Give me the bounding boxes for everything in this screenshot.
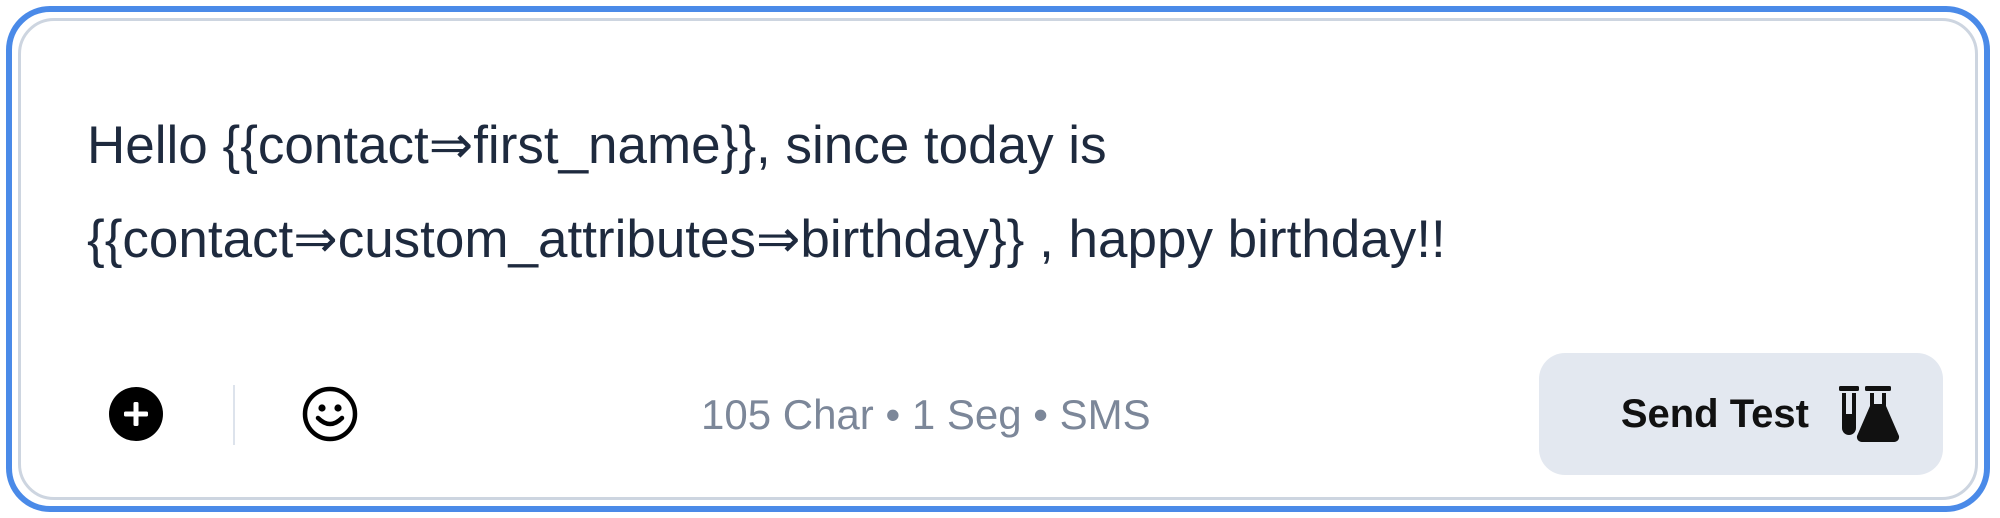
flask-icon <box>1839 386 1900 443</box>
smiley-icon <box>302 386 358 442</box>
composer-toolbar: 105 Char • 1 Seg • SMS Send Test <box>21 351 1975 477</box>
plus-circle-icon <box>109 387 163 441</box>
add-attachment-button[interactable] <box>103 381 169 447</box>
send-test-button[interactable]: Send Test <box>1539 353 1943 475</box>
message-textarea[interactable]: Hello {{contact⇒first_name}}, since toda… <box>87 99 1887 287</box>
sms-composer[interactable]: Hello {{contact⇒first_name}}, since toda… <box>18 18 1978 500</box>
character-segment-counter: 105 Char • 1 Seg • SMS <box>701 391 1151 438</box>
send-test-label: Send Test <box>1620 391 1809 436</box>
toolbar-divider <box>233 385 235 445</box>
emoji-picker-button[interactable] <box>297 381 363 447</box>
